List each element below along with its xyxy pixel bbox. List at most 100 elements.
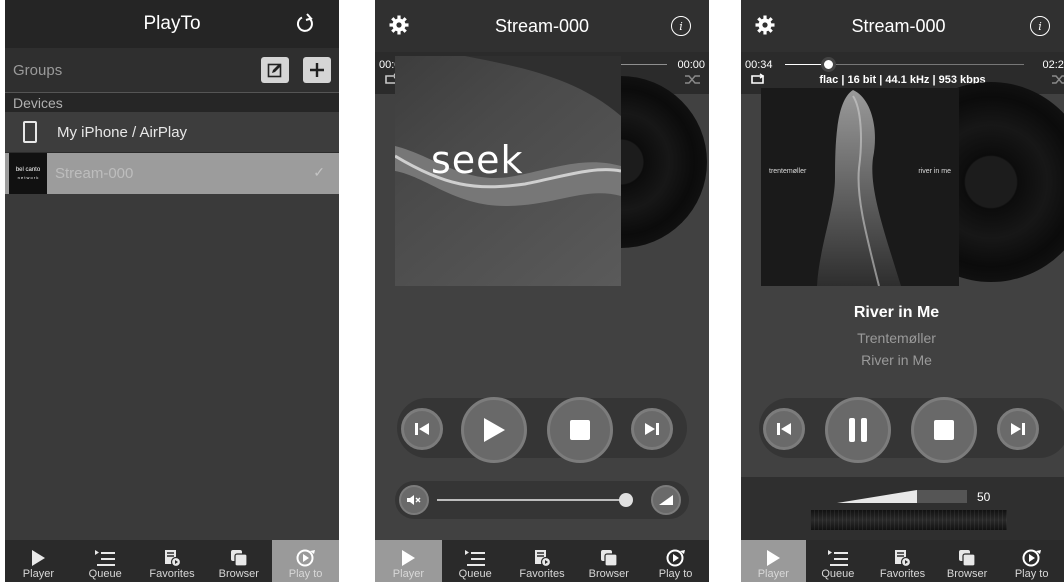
play-to-icon — [296, 549, 315, 567]
track-title: River in Me — [853, 304, 940, 321]
tab-favorites[interactable]: Favorites — [870, 540, 935, 582]
queue-icon — [95, 550, 116, 566]
tab-browser[interactable]: Browser — [575, 540, 642, 582]
previous-button[interactable] — [401, 408, 443, 450]
info-icon[interactable]: i — [1030, 16, 1050, 36]
tab-player[interactable]: Player — [741, 540, 806, 582]
player-screen-playing: Stream-000 i 00:34 02:21 flac | 16 bit |… — [741, 0, 1064, 582]
devices-section-header: Devices — [5, 92, 339, 112]
volume-value: 50 — [977, 490, 991, 504]
previous-icon — [777, 423, 791, 435]
devices-label: Devices — [13, 94, 63, 111]
tab-queue[interactable]: Queue — [442, 540, 509, 582]
tab-play-to[interactable]: Play to — [999, 540, 1064, 582]
stop-button[interactable] — [547, 397, 613, 463]
volume-slider-handle[interactable] — [619, 493, 633, 507]
volume-panel — [741, 477, 1064, 540]
device-row-selected[interactable]: bel canto n e t w o r k Stream-000 ✓ — [5, 153, 339, 194]
pause-icon — [849, 418, 867, 442]
browser-icon — [230, 550, 248, 567]
tab-bar: Player Queue Favorites Browser Play to — [741, 540, 1064, 582]
volume-slider-track[interactable] — [437, 499, 623, 501]
play-to-icon — [1022, 549, 1041, 567]
edit-group-button[interactable] — [261, 57, 289, 83]
stop-button[interactable] — [911, 397, 977, 463]
next-button[interactable] — [631, 408, 673, 450]
play-icon — [484, 418, 505, 442]
next-button[interactable] — [997, 408, 1039, 450]
favorites-icon — [895, 550, 912, 567]
tab-favorites[interactable]: Favorites — [139, 540, 206, 582]
info-icon[interactable]: i — [671, 16, 691, 36]
mute-button[interactable] — [399, 485, 429, 515]
previous-button[interactable] — [763, 408, 805, 450]
next-icon — [1011, 423, 1025, 435]
tab-play-to[interactable]: Play to — [642, 540, 709, 582]
previous-icon — [415, 423, 429, 435]
page-title: PlayTo — [143, 13, 201, 34]
phone-icon — [23, 121, 37, 143]
browser-icon — [959, 550, 976, 567]
shuffle-icon[interactable] — [684, 73, 701, 86]
tab-bar: Player Queue Favorites Browser Play to — [5, 540, 339, 582]
play-button[interactable] — [461, 397, 527, 463]
tab-bar: Player Queue Favorites Browser Play to — [375, 540, 709, 582]
track-artist: Trentemøller — [857, 330, 936, 346]
volume-level-wedge[interactable] — [837, 490, 967, 504]
total-time: 00:00 — [677, 59, 705, 71]
edit-icon — [267, 63, 282, 78]
track-album: River in Me — [861, 352, 932, 368]
volume-button[interactable] — [651, 485, 681, 515]
bel-canto-logo: bel canto n e t w o r k — [9, 153, 47, 194]
add-group-button[interactable] — [303, 57, 331, 83]
device-title: Stream-000 — [851, 15, 946, 36]
cover-text: seek — [431, 138, 524, 182]
gear-icon[interactable] — [755, 15, 775, 35]
cover-artist-text: trentemøller — [769, 168, 807, 175]
groups-label: Groups — [13, 61, 63, 79]
album-cover: trentemøller river in me — [761, 88, 959, 286]
play-icon — [767, 550, 781, 566]
tab-queue[interactable]: Queue — [806, 540, 871, 582]
tab-browser[interactable]: Browser — [935, 540, 1000, 582]
favorites-icon — [534, 550, 551, 567]
device-name: My iPhone / AirPlay — [57, 123, 188, 141]
cover-title-text: river in me — [918, 168, 951, 175]
player-screen-seek: Stream-000 i 00:00 00:00 seek Player Que… — [375, 0, 709, 582]
gear-icon[interactable] — [389, 15, 409, 35]
volume-icon — [659, 495, 673, 505]
seek-handle[interactable] — [821, 57, 836, 72]
tab-play-to[interactable]: Play to — [272, 540, 339, 582]
player-header: Stream-000 i — [741, 0, 1064, 52]
play-icon — [402, 550, 416, 566]
tab-player[interactable]: Player — [375, 540, 442, 582]
cover-art-figure — [817, 90, 901, 286]
groups-row: Groups — [5, 48, 339, 92]
play-to-icon — [666, 549, 685, 567]
stop-icon — [934, 420, 954, 440]
device-name: Stream-000 — [55, 165, 134, 182]
play-icon — [32, 550, 46, 566]
device-title: Stream-000 — [494, 15, 590, 36]
tab-favorites[interactable]: Favorites — [509, 540, 576, 582]
tab-queue[interactable]: Queue — [72, 540, 139, 582]
playto-header: PlayTo — [5, 0, 339, 48]
browser-icon — [600, 550, 618, 567]
playto-screen: PlayTo Groups Devices My iPhone / AirPla… — [5, 0, 339, 582]
tab-browser[interactable]: Browser — [205, 540, 272, 582]
check-icon: ✓ — [313, 164, 325, 180]
refresh-icon[interactable] — [293, 12, 317, 36]
seek-progress — [785, 64, 823, 65]
player-header: Stream-000 i — [375, 0, 709, 52]
favorites-icon — [164, 550, 181, 567]
stop-icon — [570, 420, 590, 440]
queue-icon — [827, 550, 848, 566]
mute-icon — [407, 495, 421, 505]
queue-icon — [465, 550, 486, 566]
total-time: 02:21 — [1042, 59, 1064, 71]
device-row[interactable]: My iPhone / AirPlay — [5, 112, 339, 153]
elapsed-time: 00:34 — [745, 59, 773, 71]
tab-player[interactable]: Player — [5, 540, 72, 582]
pause-button[interactable] — [825, 397, 891, 463]
shuffle-icon[interactable] — [1051, 73, 1064, 86]
